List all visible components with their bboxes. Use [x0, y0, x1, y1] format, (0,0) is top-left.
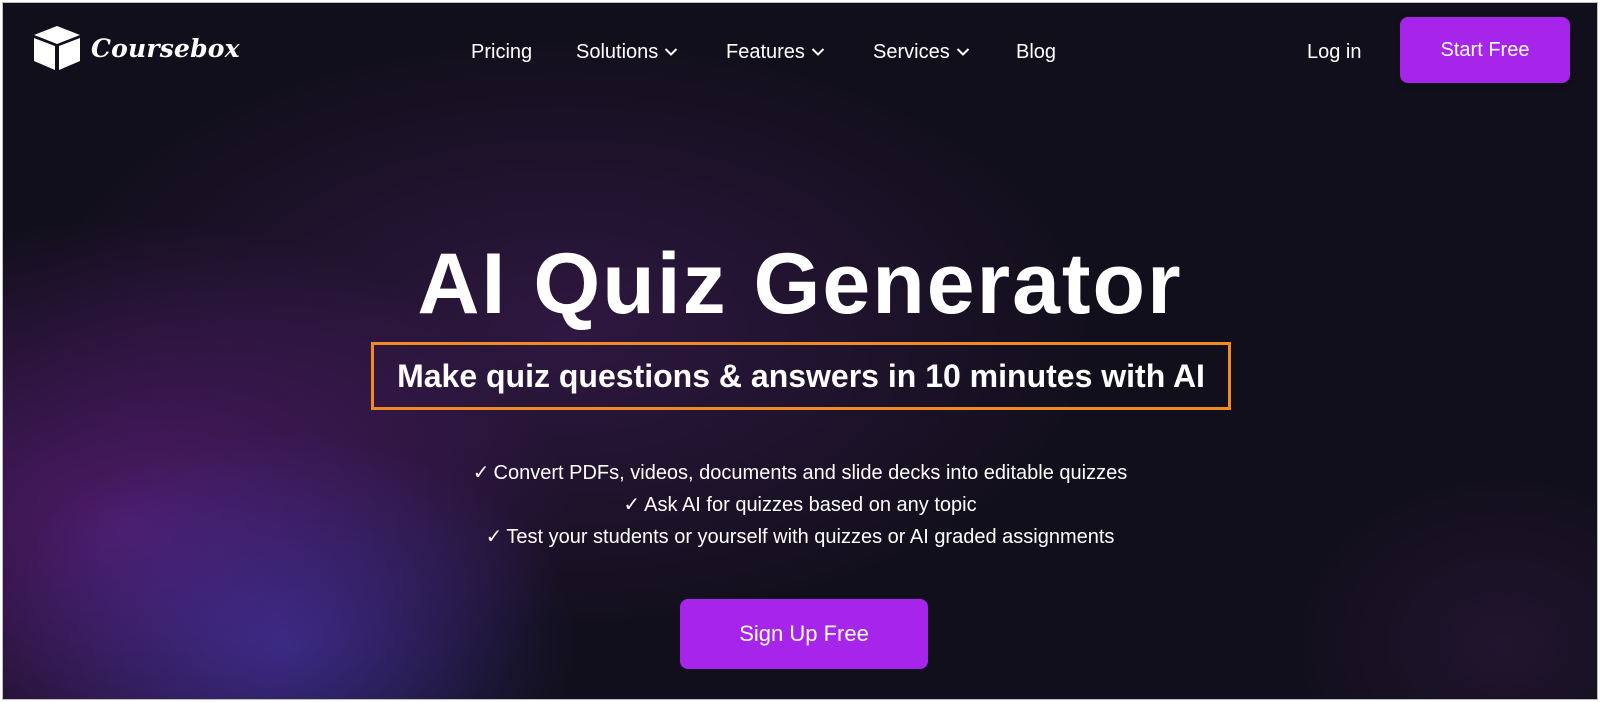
nav-item-services[interactable]: Services	[873, 37, 970, 67]
feature-item: ✓ Ask AI for quizzes based on any topic	[3, 489, 1597, 521]
nav-item-label: Features	[726, 41, 805, 63]
nav-item-label: Pricing	[471, 41, 533, 63]
chevron-down-icon	[665, 48, 678, 56]
chevron-down-icon	[956, 48, 969, 56]
feature-item: ✓ Convert PDFs, videos, documents and sli…	[3, 457, 1597, 489]
check-icon: ✓	[472, 462, 490, 484]
feature-item: ✓ Test your students or yourself with qui…	[3, 521, 1597, 553]
feature-list: ✓ Convert PDFs, videos, documents and sli…	[3, 457, 1597, 553]
nav-item-label: Blog	[1016, 41, 1057, 63]
feature-text: Ask AI for quizzes based on any topic	[644, 494, 977, 516]
feature-text: Convert PDFs, videos, documents and slid…	[493, 462, 1128, 484]
feature-text: Test your students or yourself with quiz…	[506, 526, 1115, 548]
nav-item-label: Services	[873, 41, 950, 63]
nav-item-blog[interactable]: Blog	[1016, 37, 1056, 67]
hero-title: AI Quiz Generator	[417, 236, 1183, 332]
nav-item-features[interactable]: Features	[726, 37, 825, 67]
page-frame: Coursebox Pricing Solutions Features Ser…	[2, 2, 1598, 700]
start-free-button[interactable]: Start Free	[1400, 17, 1570, 83]
check-icon: ✓	[623, 494, 641, 516]
hero-subtitle: Make quiz questions & answers in 10 minu…	[397, 357, 1205, 394]
check-icon: ✓	[485, 526, 503, 548]
login-link[interactable]: Log in	[1307, 37, 1362, 67]
nav-item-label: Solutions	[576, 41, 659, 63]
chevron-down-icon	[811, 48, 825, 56]
sign-up-button[interactable]: Sign Up Free	[680, 599, 928, 669]
nav-item-solutions[interactable]: Solutions	[576, 37, 678, 67]
nav-item-pricing[interactable]: Pricing	[471, 37, 532, 67]
highlighted-subtitle: Make quiz questions & answers in 10 minu…	[371, 342, 1231, 410]
